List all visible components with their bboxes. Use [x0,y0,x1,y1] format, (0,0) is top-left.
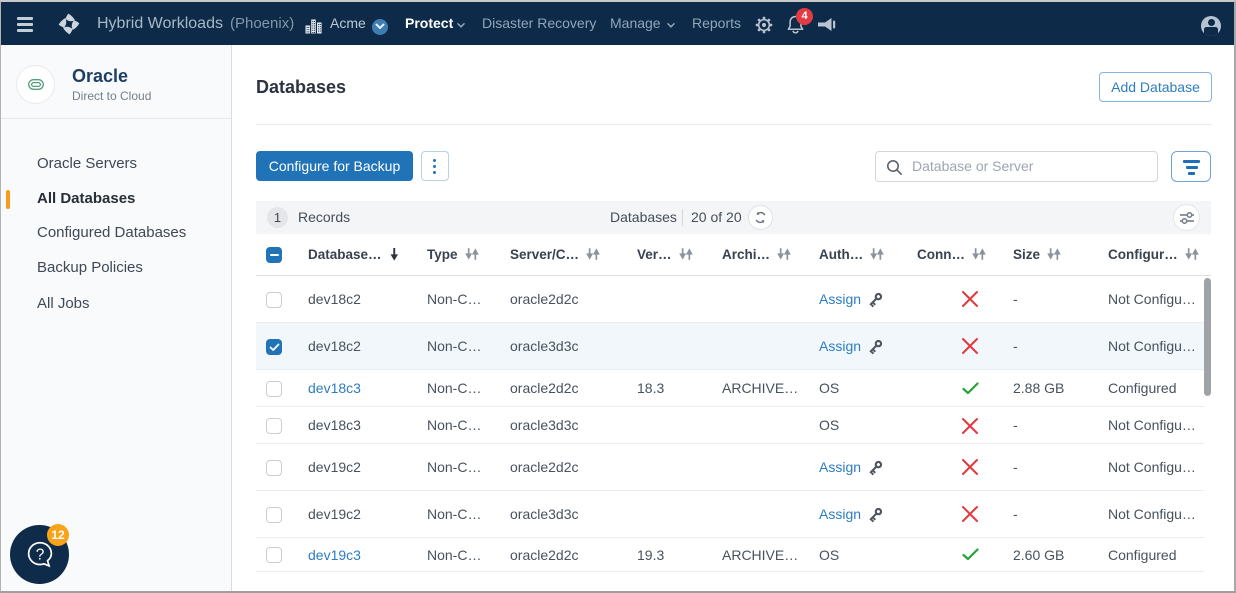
svg-text:?: ? [36,547,45,564]
